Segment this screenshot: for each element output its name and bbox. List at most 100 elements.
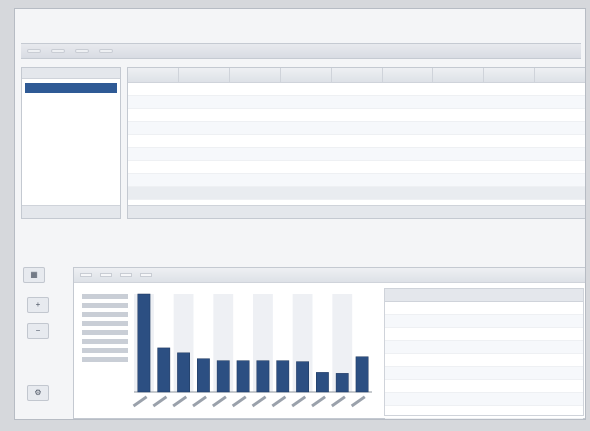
table-row[interactable] xyxy=(385,379,583,393)
grid-column-header[interactable] xyxy=(483,68,536,83)
chart-panel-button[interactable] xyxy=(140,273,152,277)
toolbar-button[interactable] xyxy=(27,49,41,53)
chart-bar[interactable] xyxy=(256,360,270,393)
y-axis-tick-label xyxy=(82,294,128,299)
grid-cell xyxy=(229,82,281,96)
grid-footer xyxy=(128,205,585,218)
grid-cell xyxy=(432,108,484,122)
chart-bar[interactable] xyxy=(236,360,250,393)
chart-panel-dropdown[interactable] xyxy=(120,273,132,277)
chart-view-icon[interactable]: ▦ xyxy=(23,267,45,283)
grid-cell xyxy=(331,134,383,148)
chart-bar[interactable] xyxy=(216,360,230,393)
grid-cell xyxy=(280,121,332,135)
left-nav-selected-item[interactable] xyxy=(25,83,117,93)
table-row[interactable] xyxy=(385,353,583,367)
grid-header-row xyxy=(128,68,585,83)
table-row[interactable] xyxy=(128,95,585,109)
summary-column-header[interactable] xyxy=(484,289,583,302)
table-row[interactable] xyxy=(385,301,583,315)
zoom-in-icon[interactable]: + xyxy=(27,297,49,313)
table-row[interactable] xyxy=(385,314,583,328)
table-row[interactable] xyxy=(385,366,583,380)
grid-cell xyxy=(229,186,281,200)
table-row[interactable] xyxy=(385,327,583,341)
grid-cell xyxy=(483,121,535,135)
table-row[interactable] xyxy=(128,147,585,161)
summary-cell xyxy=(484,353,583,367)
chart-bar[interactable] xyxy=(197,358,210,393)
summary-cell xyxy=(385,379,484,393)
left-nav-footer[interactable] xyxy=(22,205,120,218)
table-row[interactable] xyxy=(128,134,585,148)
grid-cell xyxy=(331,147,383,161)
grid-cell xyxy=(128,173,179,187)
bar-chart xyxy=(82,293,372,408)
chart-bar[interactable] xyxy=(355,356,369,393)
grid-column-header[interactable] xyxy=(331,68,383,83)
grid-cell xyxy=(331,121,383,135)
summary-cell xyxy=(484,340,583,354)
grid-cell xyxy=(534,186,585,200)
chart-bar[interactable] xyxy=(157,347,171,393)
grid-cell xyxy=(331,82,383,96)
chart-bar[interactable] xyxy=(276,360,290,393)
grid-column-header[interactable] xyxy=(382,68,434,83)
grid-cell xyxy=(178,160,230,174)
summary-cell xyxy=(385,392,484,406)
zoom-out-icon[interactable]: − xyxy=(27,323,49,339)
toolbar-button[interactable] xyxy=(75,49,89,53)
y-axis-tick-label xyxy=(82,357,128,362)
chart-bar[interactable] xyxy=(137,293,151,393)
chart-bar[interactable] xyxy=(296,361,309,393)
table-row[interactable] xyxy=(128,173,585,187)
y-axis-tick-label xyxy=(82,339,128,344)
x-axis-tick-label xyxy=(231,395,247,408)
y-axis-tick-label xyxy=(82,330,128,335)
grid-cell xyxy=(178,95,230,109)
summary-cell xyxy=(385,366,484,380)
summary-total-row[interactable] xyxy=(385,418,583,419)
table-row[interactable] xyxy=(128,108,585,122)
grid-cell xyxy=(534,134,585,148)
grid-cell xyxy=(128,95,179,109)
chart-panel-button[interactable] xyxy=(80,273,92,277)
table-row[interactable] xyxy=(385,392,583,406)
summary-cell xyxy=(385,418,484,419)
table-row[interactable] xyxy=(128,160,585,174)
grid-cell xyxy=(331,160,383,174)
grid-column-header[interactable] xyxy=(178,68,231,83)
panel-side-tools: ▦ + − ⚙ xyxy=(21,267,59,412)
table-row[interactable] xyxy=(128,82,585,96)
summary-column-header[interactable] xyxy=(385,289,484,302)
table-row[interactable] xyxy=(385,405,583,419)
grid-column-header[interactable] xyxy=(280,68,332,83)
chart-bar[interactable] xyxy=(335,373,349,393)
grid-cell xyxy=(128,82,179,96)
grid-cell xyxy=(280,147,332,161)
chart-bar[interactable] xyxy=(177,352,190,393)
settings-icon[interactable]: ⚙ xyxy=(27,385,49,401)
chart-panel-dropdown[interactable] xyxy=(100,273,112,277)
summary-cell xyxy=(385,405,484,419)
summary-table xyxy=(384,288,584,419)
grid-cell xyxy=(534,108,585,122)
table-row[interactable] xyxy=(385,340,583,354)
toolbar-button[interactable] xyxy=(51,49,65,53)
chart-bar[interactable] xyxy=(316,372,329,393)
summary-cell xyxy=(484,301,583,315)
toolbar-button[interactable] xyxy=(99,49,113,53)
left-nav-header xyxy=(22,68,120,79)
table-row[interactable] xyxy=(128,121,585,135)
grid-cell xyxy=(432,121,484,135)
y-axis-tick-label xyxy=(82,348,128,353)
grid-column-header[interactable] xyxy=(432,68,485,83)
summary-cell xyxy=(484,366,583,380)
grid-total-row[interactable] xyxy=(128,186,585,200)
x-axis-tick-label xyxy=(172,395,188,408)
grid-column-header[interactable] xyxy=(229,68,281,83)
grid-column-header[interactable] xyxy=(534,68,585,83)
left-navigation-panel xyxy=(21,67,121,219)
grid-cell xyxy=(331,108,383,122)
grid-column-header[interactable] xyxy=(128,68,180,83)
